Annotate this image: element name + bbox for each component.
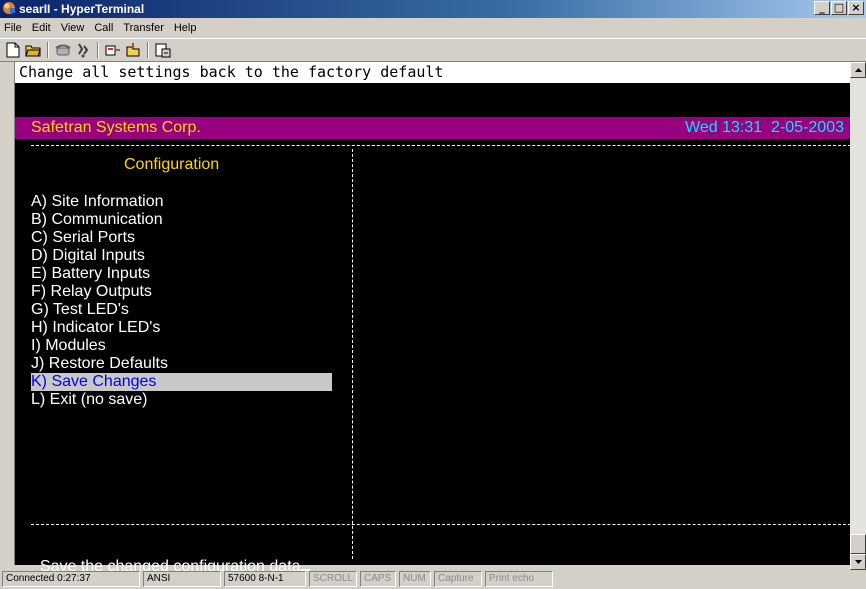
scroll-thumb[interactable]: [850, 534, 866, 554]
open-button[interactable]: [23, 40, 43, 60]
menu-help[interactable]: Help: [169, 19, 202, 37]
menu-option-relay-outputs[interactable]: F) Relay Outputs: [31, 283, 332, 301]
hyperterminal-icon: [3, 2, 15, 14]
menu-option-indicator-leds[interactable]: H) Indicator LED's: [31, 319, 332, 337]
header-divider: [31, 145, 851, 146]
menu-option-save-changes[interactable]: K) Save Changes: [31, 373, 332, 391]
send-file-icon: [105, 45, 120, 56]
open-folder-icon: [25, 45, 41, 57]
window-controls: _ □ ×: [813, 1, 864, 16]
configuration-menu: A) Site Information B) Communication C) …: [31, 193, 332, 409]
menu-option-serial-ports[interactable]: C) Serial Ports: [31, 229, 332, 247]
status-bar: Connected 0:27:37 ANSI 57600 8-N-1 SCROL…: [0, 571, 866, 589]
receive-button[interactable]: [123, 40, 143, 60]
terminal-banner-line: Change all settings back to the factory …: [14, 62, 850, 83]
capture-indicator: Capture: [434, 571, 482, 587]
toolbar: [0, 38, 866, 62]
num-lock-indicator: NUM: [399, 571, 431, 587]
print-echo-indicator: Print echo: [485, 571, 553, 587]
menu-option-restore-defaults[interactable]: J) Restore Defaults: [31, 355, 332, 373]
company-name: Safetran Systems Corp.: [31, 119, 201, 136]
date-time: Wed 13:31 2-05-2003: [685, 119, 844, 136]
window-title: searII - HyperTerminal: [19, 2, 145, 16]
menu-bar: File Edit View Call Transfer Help: [0, 19, 201, 37]
toolbar-separator: [147, 42, 149, 58]
receive-file-icon: [126, 43, 140, 57]
menu-option-digital-inputs[interactable]: D) Digital Inputs: [31, 247, 332, 265]
arrow-down-icon: [854, 560, 862, 564]
properties-icon: [155, 43, 171, 58]
menu-option-battery-inputs[interactable]: E) Battery Inputs: [31, 265, 332, 283]
maximize-button[interactable]: □: [831, 1, 847, 15]
menu-call[interactable]: Call: [89, 19, 118, 37]
menu-view[interactable]: View: [56, 19, 90, 37]
menu-edit[interactable]: Edit: [27, 19, 56, 37]
emulation-type: ANSI: [143, 571, 221, 587]
menu-option-modules[interactable]: I) Modules: [31, 337, 332, 355]
new-document-icon: [6, 42, 20, 58]
menu-option-exit[interactable]: L) Exit (no save): [31, 391, 332, 409]
menu-option-communication[interactable]: B) Communication: [31, 211, 332, 229]
menu-transfer[interactable]: Transfer: [118, 19, 169, 37]
minimize-button[interactable]: _: [814, 1, 830, 15]
scroll-lock-indicator: SCROLL: [309, 571, 357, 587]
new-button[interactable]: [3, 40, 23, 60]
close-button[interactable]: ×: [848, 1, 864, 15]
menu-option-test-leds[interactable]: G) Test LED's: [31, 301, 332, 319]
disconnect-button[interactable]: [73, 40, 93, 60]
configuration-title: Configuration: [124, 156, 220, 173]
caps-lock-indicator: CAPS: [360, 571, 396, 587]
column-divider: [352, 149, 353, 559]
call-phone-icon: [55, 44, 71, 56]
arrow-up-icon: [854, 68, 862, 72]
toolbar-separator: [97, 42, 99, 58]
send-button[interactable]: [103, 40, 123, 60]
call-button[interactable]: [53, 40, 73, 60]
text-cursor: [300, 555, 310, 571]
menu-file[interactable]: File: [0, 19, 27, 37]
vertical-scrollbar[interactable]: [850, 62, 866, 570]
connection-time: Connected 0:27:37: [2, 571, 140, 587]
title-bar[interactable]: searII - HyperTerminal _ □ ×: [0, 0, 866, 18]
properties-button[interactable]: [153, 40, 173, 60]
menu-option-site-information[interactable]: A) Site Information: [31, 193, 332, 211]
port-settings: 57600 8-N-1: [224, 571, 306, 587]
scroll-down-button[interactable]: [850, 554, 866, 570]
toolbar-separator: [47, 42, 49, 58]
disconnect-icon: [78, 43, 89, 58]
footer-divider: [31, 524, 851, 525]
scroll-up-button[interactable]: [850, 62, 866, 78]
